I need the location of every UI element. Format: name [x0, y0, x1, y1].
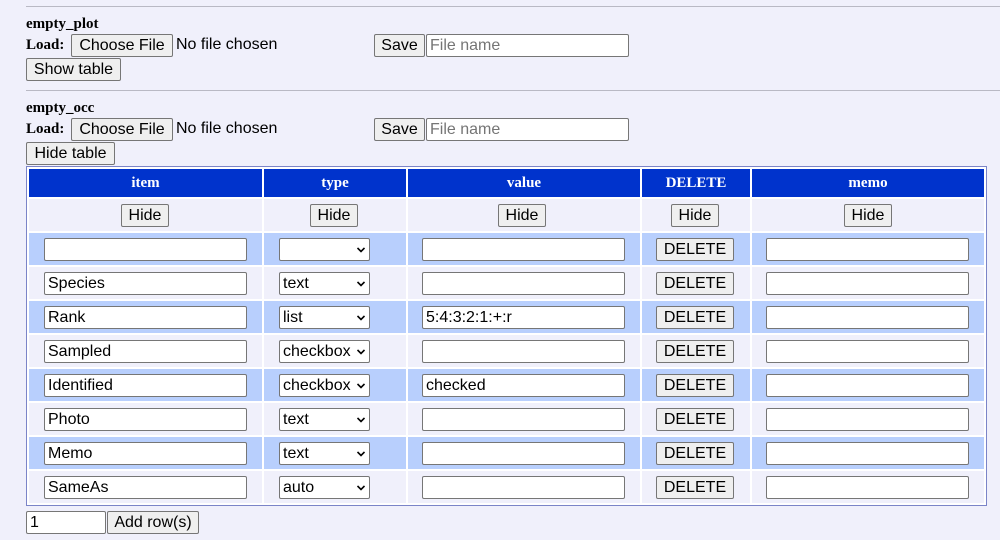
save-button[interactable]: Save — [374, 118, 425, 141]
value-input[interactable]: checked — [422, 374, 625, 397]
no-file-text: No file chosen — [176, 36, 278, 53]
hide-delete-column-button[interactable]: Hide — [671, 204, 719, 227]
type-select[interactable]: checkbox — [279, 340, 370, 363]
column-header-memo: memo — [752, 169, 984, 197]
item-input[interactable]: Species — [44, 272, 247, 295]
item-input[interactable]: Rank — [44, 306, 247, 329]
type-select-value: checkbox — [283, 343, 351, 360]
table-row: Memo text DELETE — [29, 437, 984, 469]
hide-table-button[interactable]: Hide table — [26, 142, 115, 165]
chevron-down-icon — [357, 247, 365, 253]
value-input[interactable] — [422, 272, 625, 295]
table-row: DELETE — [29, 233, 984, 265]
choose-file-button[interactable]: Choose File — [71, 118, 173, 141]
hide-memo-column-button[interactable]: Hide — [844, 204, 892, 227]
column-header-type: type — [264, 169, 406, 197]
chevron-down-icon — [357, 383, 365, 389]
table-row: Identified checkbox checked DELETE — [29, 369, 984, 401]
table-row: Sampled checkbox DELETE — [29, 335, 984, 367]
table-row: Rank list 5:4:3:2:1:+:r DELETE — [29, 301, 984, 333]
row-count-input[interactable]: 1 — [26, 511, 106, 534]
section-title-empty-occ: empty_occ — [26, 100, 95, 116]
column-header-value: value — [408, 169, 640, 197]
table-header-row: item type value DELETE memo — [29, 169, 984, 197]
no-file-text: No file chosen — [176, 120, 278, 137]
item-input[interactable]: SameAs — [44, 476, 247, 499]
item-input[interactable] — [44, 238, 247, 261]
memo-input[interactable] — [766, 442, 969, 465]
add-rows-button[interactable]: Add row(s) — [107, 511, 199, 534]
hide-value-column-button[interactable]: Hide — [498, 204, 546, 227]
load-label: Load: — [26, 37, 65, 53]
hide-item-column-button[interactable]: Hide — [121, 204, 169, 227]
value-input[interactable]: 5:4:3:2:1:+:r — [422, 306, 625, 329]
value-input[interactable] — [422, 238, 625, 261]
type-select[interactable]: text — [279, 442, 370, 465]
chevron-down-icon — [357, 417, 365, 423]
file-name-input[interactable]: File name — [426, 118, 629, 141]
table-row: Species text DELETE — [29, 267, 984, 299]
table-row: SameAs auto DELETE — [29, 471, 984, 503]
chevron-down-icon — [357, 349, 365, 355]
delete-row-button[interactable]: DELETE — [656, 306, 734, 329]
memo-input[interactable] — [766, 306, 969, 329]
delete-row-button[interactable]: DELETE — [656, 340, 734, 363]
type-select[interactable]: checkbox — [279, 374, 370, 397]
memo-input[interactable] — [766, 272, 969, 295]
value-input[interactable] — [422, 408, 625, 431]
item-input[interactable]: Photo — [44, 408, 247, 431]
memo-input[interactable] — [766, 340, 969, 363]
chevron-down-icon — [357, 485, 365, 491]
delete-row-button[interactable]: DELETE — [656, 272, 734, 295]
column-header-delete: DELETE — [642, 169, 750, 197]
chevron-down-icon — [357, 281, 365, 287]
delete-row-button[interactable]: DELETE — [656, 374, 734, 397]
value-input[interactable] — [422, 442, 625, 465]
delete-row-button[interactable]: DELETE — [656, 238, 734, 261]
file-name-input[interactable]: File name — [426, 34, 629, 57]
memo-input[interactable] — [766, 476, 969, 499]
type-select[interactable]: auto — [279, 476, 370, 499]
value-input[interactable] — [422, 476, 625, 499]
choose-file-button[interactable]: Choose File — [71, 34, 173, 57]
type-select-value: checkbox — [283, 377, 351, 394]
memo-input[interactable] — [766, 374, 969, 397]
type-select[interactable]: list — [279, 306, 370, 329]
section-title-empty-plot: empty_plot — [26, 16, 99, 32]
type-select-value: text — [283, 411, 309, 428]
chevron-down-icon — [357, 315, 365, 321]
memo-input[interactable] — [766, 408, 969, 431]
hide-type-column-button[interactable]: Hide — [310, 204, 358, 227]
save-button[interactable]: Save — [374, 34, 425, 57]
type-select[interactable] — [279, 238, 370, 261]
chevron-down-icon — [357, 451, 365, 457]
hide-columns-row: Hide Hide Hide Hide Hide — [29, 199, 984, 231]
item-input[interactable]: Sampled — [44, 340, 247, 363]
fields-table: item type value DELETE memo Hide Hide Hi… — [26, 166, 987, 506]
item-input[interactable]: Identified — [44, 374, 247, 397]
type-select[interactable]: text — [279, 408, 370, 431]
item-input[interactable]: Memo — [44, 442, 247, 465]
delete-row-button[interactable]: DELETE — [656, 408, 734, 431]
delete-row-button[interactable]: DELETE — [656, 442, 734, 465]
section-divider — [26, 6, 1000, 7]
load-label: Load: — [26, 121, 65, 137]
table-row: Photo text DELETE — [29, 403, 984, 435]
type-select-value: text — [283, 445, 309, 462]
memo-input[interactable] — [766, 238, 969, 261]
type-select-value: auto — [283, 479, 315, 496]
delete-row-button[interactable]: DELETE — [656, 476, 734, 499]
type-select[interactable]: text — [279, 272, 370, 295]
section-divider — [26, 90, 1000, 91]
value-input[interactable] — [422, 340, 625, 363]
type-select-value: list — [283, 309, 303, 326]
column-header-item: item — [29, 169, 262, 197]
show-table-button[interactable]: Show table — [26, 58, 121, 81]
type-select-value: text — [283, 275, 309, 292]
